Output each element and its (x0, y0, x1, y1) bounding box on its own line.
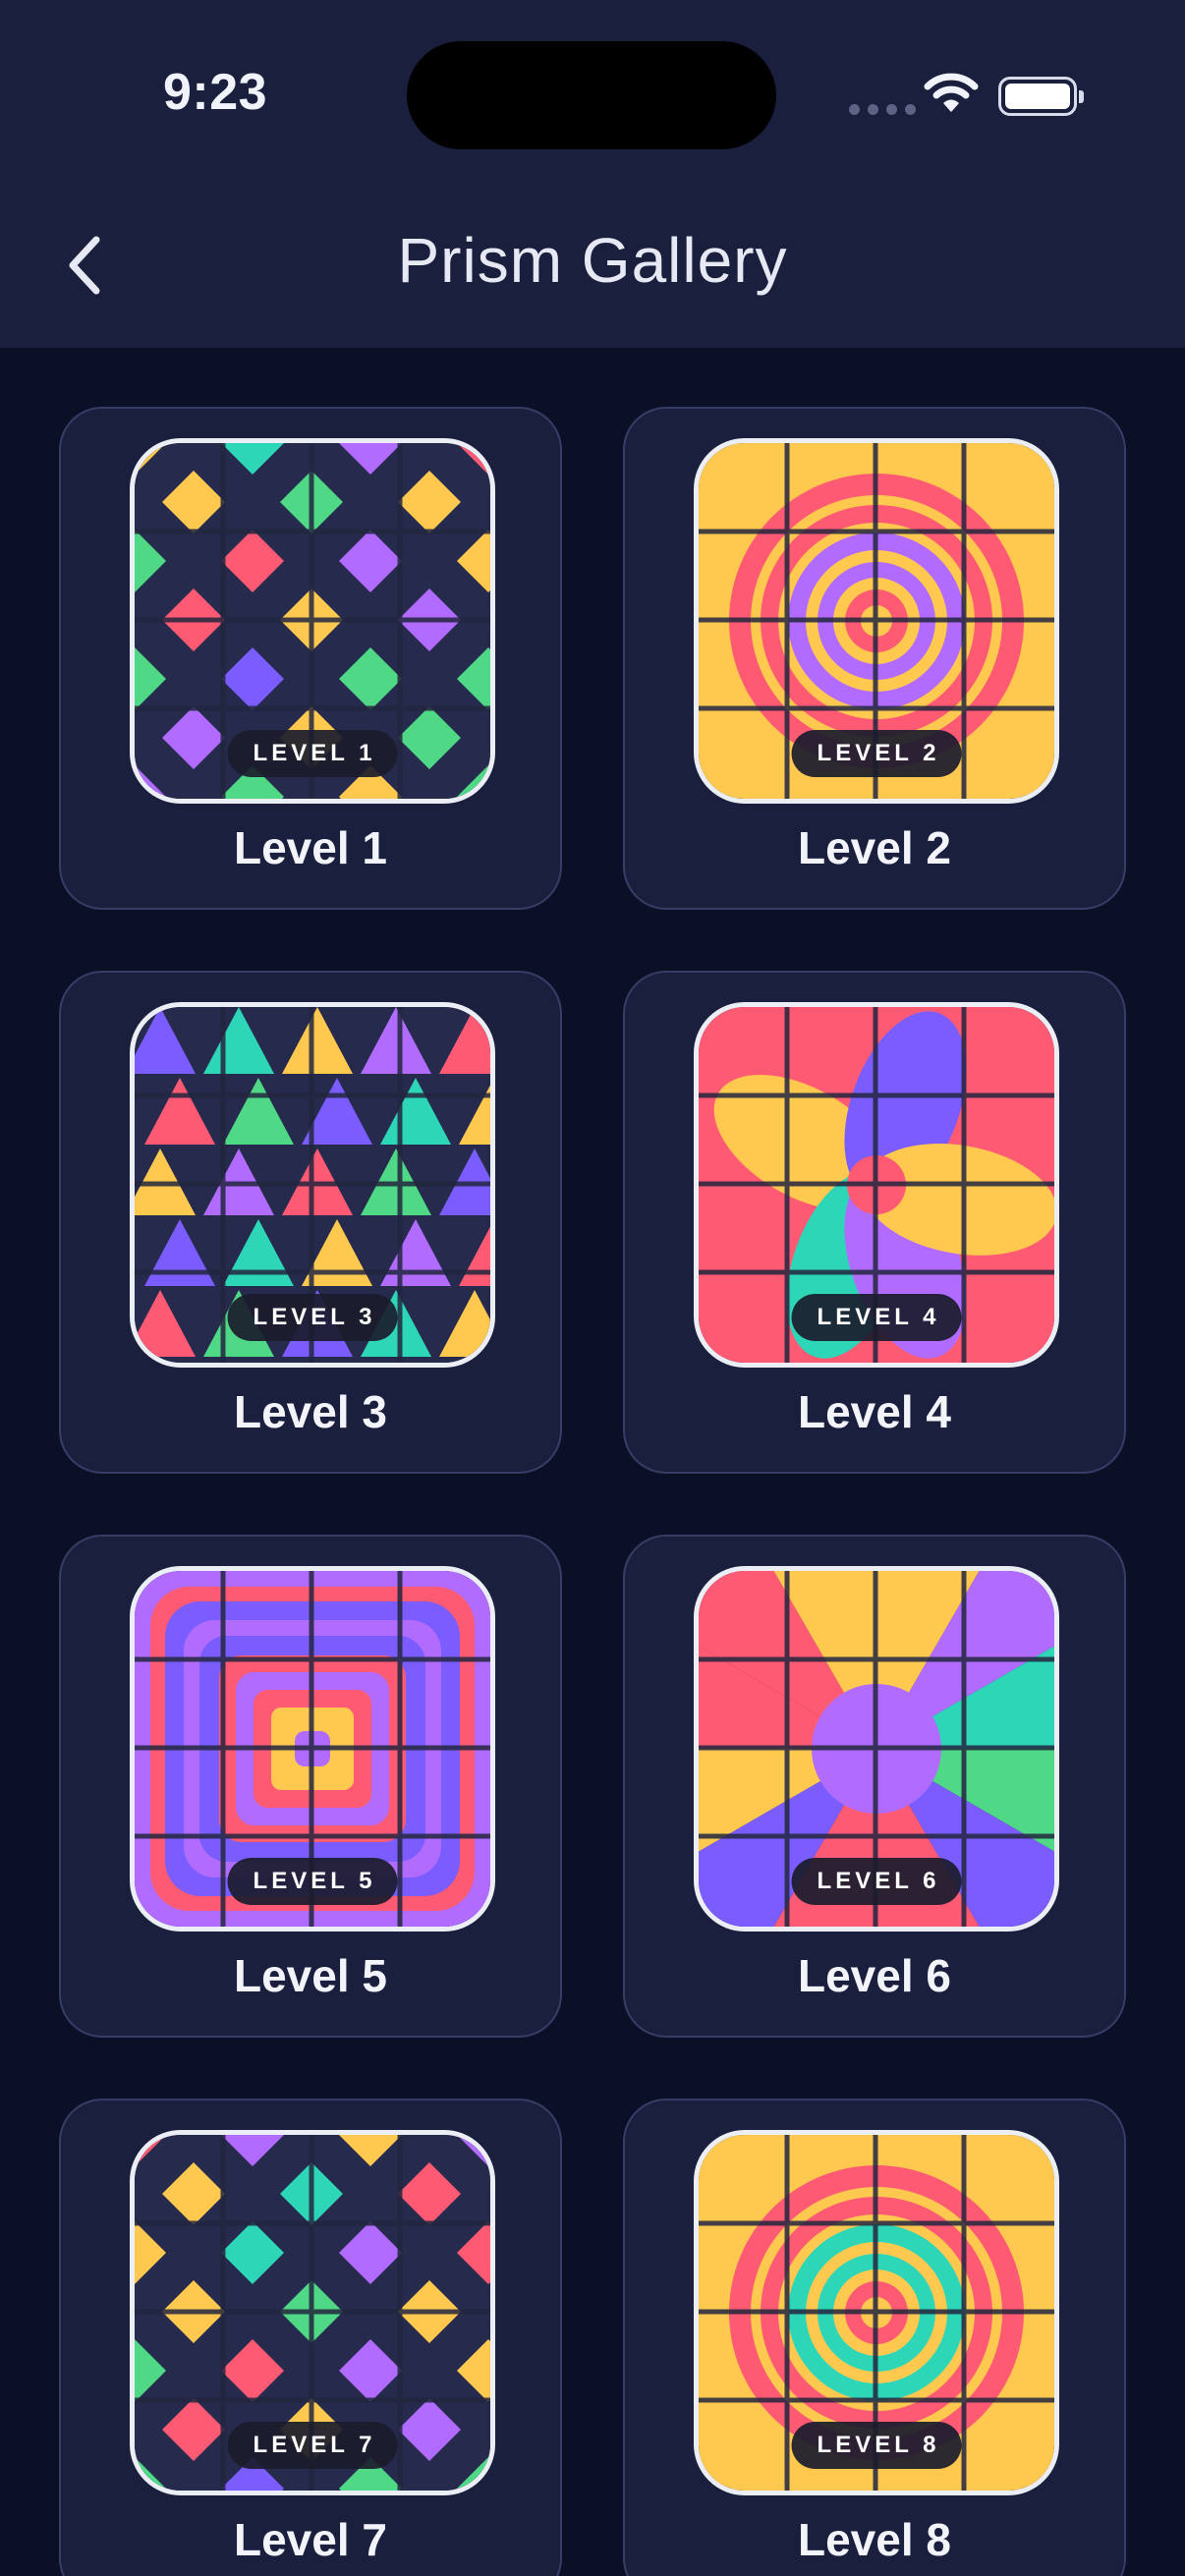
level-label: Level 6 (798, 1950, 951, 2001)
battery-icon (998, 77, 1084, 116)
level-thumbnail: LEVEL 6 (694, 1566, 1059, 1932)
status-time: 9:23 (163, 64, 268, 121)
level-badge: LEVEL 4 (791, 1294, 962, 1341)
level-card[interactable]: LEVEL 5 Level 5 (59, 1535, 562, 2038)
page-title: Prism Gallery (397, 225, 788, 296)
level-card[interactable]: LEVEL 6 Level 6 (623, 1535, 1126, 2038)
level-thumbnail: LEVEL 2 (694, 438, 1059, 804)
level-thumbnail: LEVEL 5 (130, 1566, 495, 1932)
status-bar: 9:23 (0, 0, 1185, 196)
level-badge: LEVEL 1 (227, 730, 398, 777)
level-card[interactable]: LEVEL 7 Level 7 (59, 2099, 562, 2576)
level-badge: LEVEL 2 (791, 730, 962, 777)
level-label: Level 1 (234, 822, 387, 873)
level-label: Level 7 (234, 2514, 387, 2565)
level-label: Level 4 (798, 1386, 951, 1437)
level-card[interactable]: LEVEL 8 Level 8 (623, 2099, 1126, 2576)
level-label: Level 5 (234, 1950, 387, 2001)
level-thumbnail: LEVEL 7 (130, 2130, 495, 2495)
level-badge: LEVEL 3 (227, 1294, 398, 1341)
level-card[interactable]: LEVEL 2 Level 2 (623, 407, 1126, 910)
level-label: Level 3 (234, 1386, 387, 1437)
level-label: Level 8 (798, 2514, 951, 2565)
dynamic-island (407, 41, 776, 149)
level-card[interactable]: LEVEL 4 Level 4 (623, 971, 1126, 1474)
level-badge: LEVEL 7 (227, 2422, 398, 2469)
level-card[interactable]: LEVEL 3 Level 3 (59, 971, 562, 1474)
wifi-icon (924, 73, 979, 119)
level-thumbnail: LEVEL 8 (694, 2130, 1059, 2495)
level-badge: LEVEL 8 (791, 2422, 962, 2469)
level-badge: LEVEL 6 (791, 1858, 962, 1905)
level-badge: LEVEL 5 (227, 1858, 398, 1905)
level-thumbnail: LEVEL 1 (130, 438, 495, 804)
level-thumbnail: LEVEL 4 (694, 1002, 1059, 1368)
level-label: Level 2 (798, 822, 951, 873)
level-thumbnail: LEVEL 3 (130, 1002, 495, 1368)
cellular-signal-icon (849, 104, 916, 115)
level-card[interactable]: LEVEL 1 Level 1 (59, 407, 562, 910)
